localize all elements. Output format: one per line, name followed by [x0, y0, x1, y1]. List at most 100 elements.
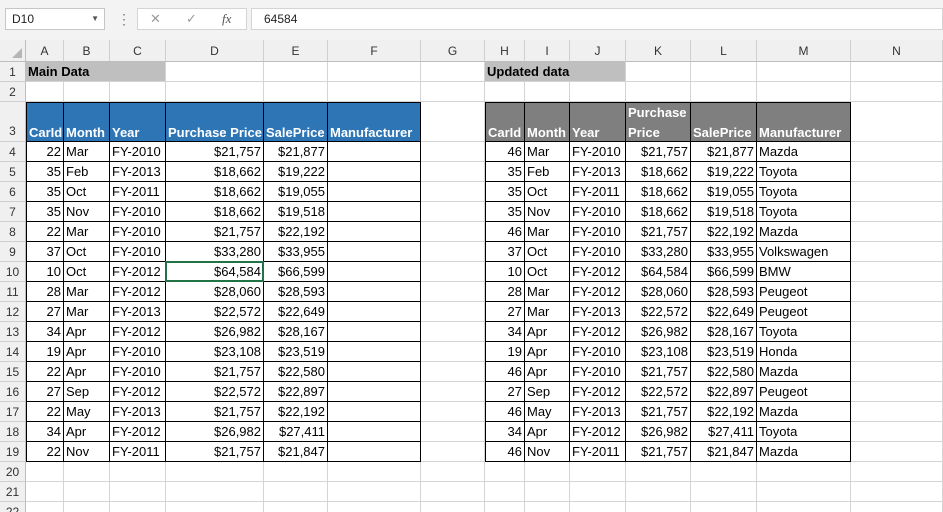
- cell[interactable]: [851, 142, 943, 162]
- row-header-22[interactable]: 22: [0, 502, 26, 512]
- updated-table-cell[interactable]: FY-2012: [570, 322, 626, 342]
- cell[interactable]: [525, 82, 570, 102]
- cell[interactable]: [485, 462, 525, 482]
- updated-table-cell[interactable]: $23,519: [691, 342, 757, 362]
- cell[interactable]: [421, 62, 485, 82]
- updated-table-cell[interactable]: May: [525, 402, 570, 422]
- updated-table-cell[interactable]: 27: [485, 382, 525, 402]
- main-table-cell[interactable]: $21,757: [166, 362, 264, 382]
- cell[interactable]: [328, 482, 421, 502]
- updated-header-manufacturer[interactable]: Manufacturer: [757, 102, 851, 142]
- updated-table-cell[interactable]: Mazda: [757, 142, 851, 162]
- updated-table-cell[interactable]: Peugeot: [757, 382, 851, 402]
- main-table-cell[interactable]: $22,897: [264, 382, 328, 402]
- main-header-carid[interactable]: CarId: [26, 102, 64, 142]
- main-table-cell[interactable]: [328, 402, 421, 422]
- select-all-button[interactable]: [0, 40, 26, 62]
- main-header-year[interactable]: Year: [110, 102, 166, 142]
- row-header-18[interactable]: 18: [0, 422, 26, 442]
- cell[interactable]: [626, 502, 691, 512]
- cell[interactable]: [851, 262, 943, 282]
- cell[interactable]: [421, 442, 485, 462]
- updated-table-cell[interactable]: 46: [485, 402, 525, 422]
- cell[interactable]: [757, 462, 851, 482]
- main-table-cell[interactable]: $28,593: [264, 282, 328, 302]
- cell[interactable]: [570, 82, 626, 102]
- cell[interactable]: [64, 462, 110, 482]
- main-table-cell[interactable]: [328, 362, 421, 382]
- row-header-6[interactable]: 6: [0, 182, 26, 202]
- main-table-cell[interactable]: $18,662: [166, 202, 264, 222]
- cell[interactable]: [851, 182, 943, 202]
- updated-table-cell[interactable]: Mazda: [757, 442, 851, 462]
- cell[interactable]: [421, 242, 485, 262]
- cell[interactable]: [851, 242, 943, 262]
- column-header-i[interactable]: I: [525, 40, 570, 62]
- main-table-cell[interactable]: Oct: [64, 262, 110, 282]
- row-header-15[interactable]: 15: [0, 362, 26, 382]
- main-table-cell[interactable]: $19,222: [264, 162, 328, 182]
- updated-table-cell[interactable]: Mazda: [757, 222, 851, 242]
- updated-table-cell[interactable]: 34: [485, 422, 525, 442]
- cell[interactable]: [264, 462, 328, 482]
- row-header-13[interactable]: 13: [0, 322, 26, 342]
- main-table-cell[interactable]: [328, 422, 421, 442]
- cell[interactable]: [691, 502, 757, 512]
- main-table-cell[interactable]: FY-2010: [110, 202, 166, 222]
- main-table-cell[interactable]: [328, 202, 421, 222]
- row-header-11[interactable]: 11: [0, 282, 26, 302]
- updated-table-cell[interactable]: Toyota: [757, 202, 851, 222]
- cell[interactable]: [691, 62, 757, 82]
- main-header-purchase-price[interactable]: Purchase Price: [166, 102, 264, 142]
- updated-table-cell[interactable]: FY-2013: [570, 162, 626, 182]
- cell[interactable]: [64, 482, 110, 502]
- updated-table-cell[interactable]: $28,593: [691, 282, 757, 302]
- main-table-cell[interactable]: $28,060: [166, 282, 264, 302]
- row-header-12[interactable]: 12: [0, 302, 26, 322]
- main-table-cell[interactable]: $28,167: [264, 322, 328, 342]
- main-table-cell[interactable]: $19,055: [264, 182, 328, 202]
- updated-table-cell[interactable]: 46: [485, 222, 525, 242]
- cell[interactable]: [851, 502, 943, 512]
- name-box[interactable]: D10 ▼: [5, 8, 105, 30]
- main-table-cell[interactable]: $19,518: [264, 202, 328, 222]
- updated-table-cell[interactable]: Oct: [525, 182, 570, 202]
- cell[interactable]: [851, 382, 943, 402]
- cell[interactable]: [421, 162, 485, 182]
- cell[interactable]: [626, 482, 691, 502]
- updated-table-cell[interactable]: FY-2012: [570, 282, 626, 302]
- main-table-cell[interactable]: FY-2010: [110, 242, 166, 262]
- cell[interactable]: [757, 502, 851, 512]
- updated-table-cell[interactable]: $19,055: [691, 182, 757, 202]
- cell[interactable]: [421, 422, 485, 442]
- cell[interactable]: [851, 302, 943, 322]
- main-table-cell[interactable]: FY-2010: [110, 342, 166, 362]
- cell[interactable]: [691, 462, 757, 482]
- cell[interactable]: [421, 482, 485, 502]
- main-table-cell[interactable]: [328, 302, 421, 322]
- main-table-cell[interactable]: $22,572: [166, 382, 264, 402]
- cell[interactable]: [26, 502, 64, 512]
- updated-table-cell[interactable]: 34: [485, 322, 525, 342]
- updated-header-month[interactable]: Month: [525, 102, 570, 142]
- main-table-cell[interactable]: 34: [26, 322, 64, 342]
- cell[interactable]: [485, 82, 525, 102]
- cell[interactable]: [851, 82, 943, 102]
- main-table-cell[interactable]: 35: [26, 162, 64, 182]
- cell[interactable]: [421, 102, 485, 142]
- main-table-cell[interactable]: FY-2010: [110, 222, 166, 242]
- updated-table-cell[interactable]: $64,584: [626, 262, 691, 282]
- main-table-cell[interactable]: Oct: [64, 182, 110, 202]
- main-table-cell[interactable]: [328, 182, 421, 202]
- column-header-h[interactable]: H: [485, 40, 525, 62]
- main-table-cell[interactable]: Apr: [64, 322, 110, 342]
- updated-table-cell[interactable]: $66,599: [691, 262, 757, 282]
- main-table-cell[interactable]: $21,757: [166, 142, 264, 162]
- main-table-cell[interactable]: Sep: [64, 382, 110, 402]
- main-table-cell[interactable]: [328, 282, 421, 302]
- cell[interactable]: [421, 222, 485, 242]
- main-table-cell[interactable]: $23,519: [264, 342, 328, 362]
- cell[interactable]: [570, 482, 626, 502]
- updated-table-cell[interactable]: $26,982: [626, 322, 691, 342]
- column-header-j[interactable]: J: [570, 40, 626, 62]
